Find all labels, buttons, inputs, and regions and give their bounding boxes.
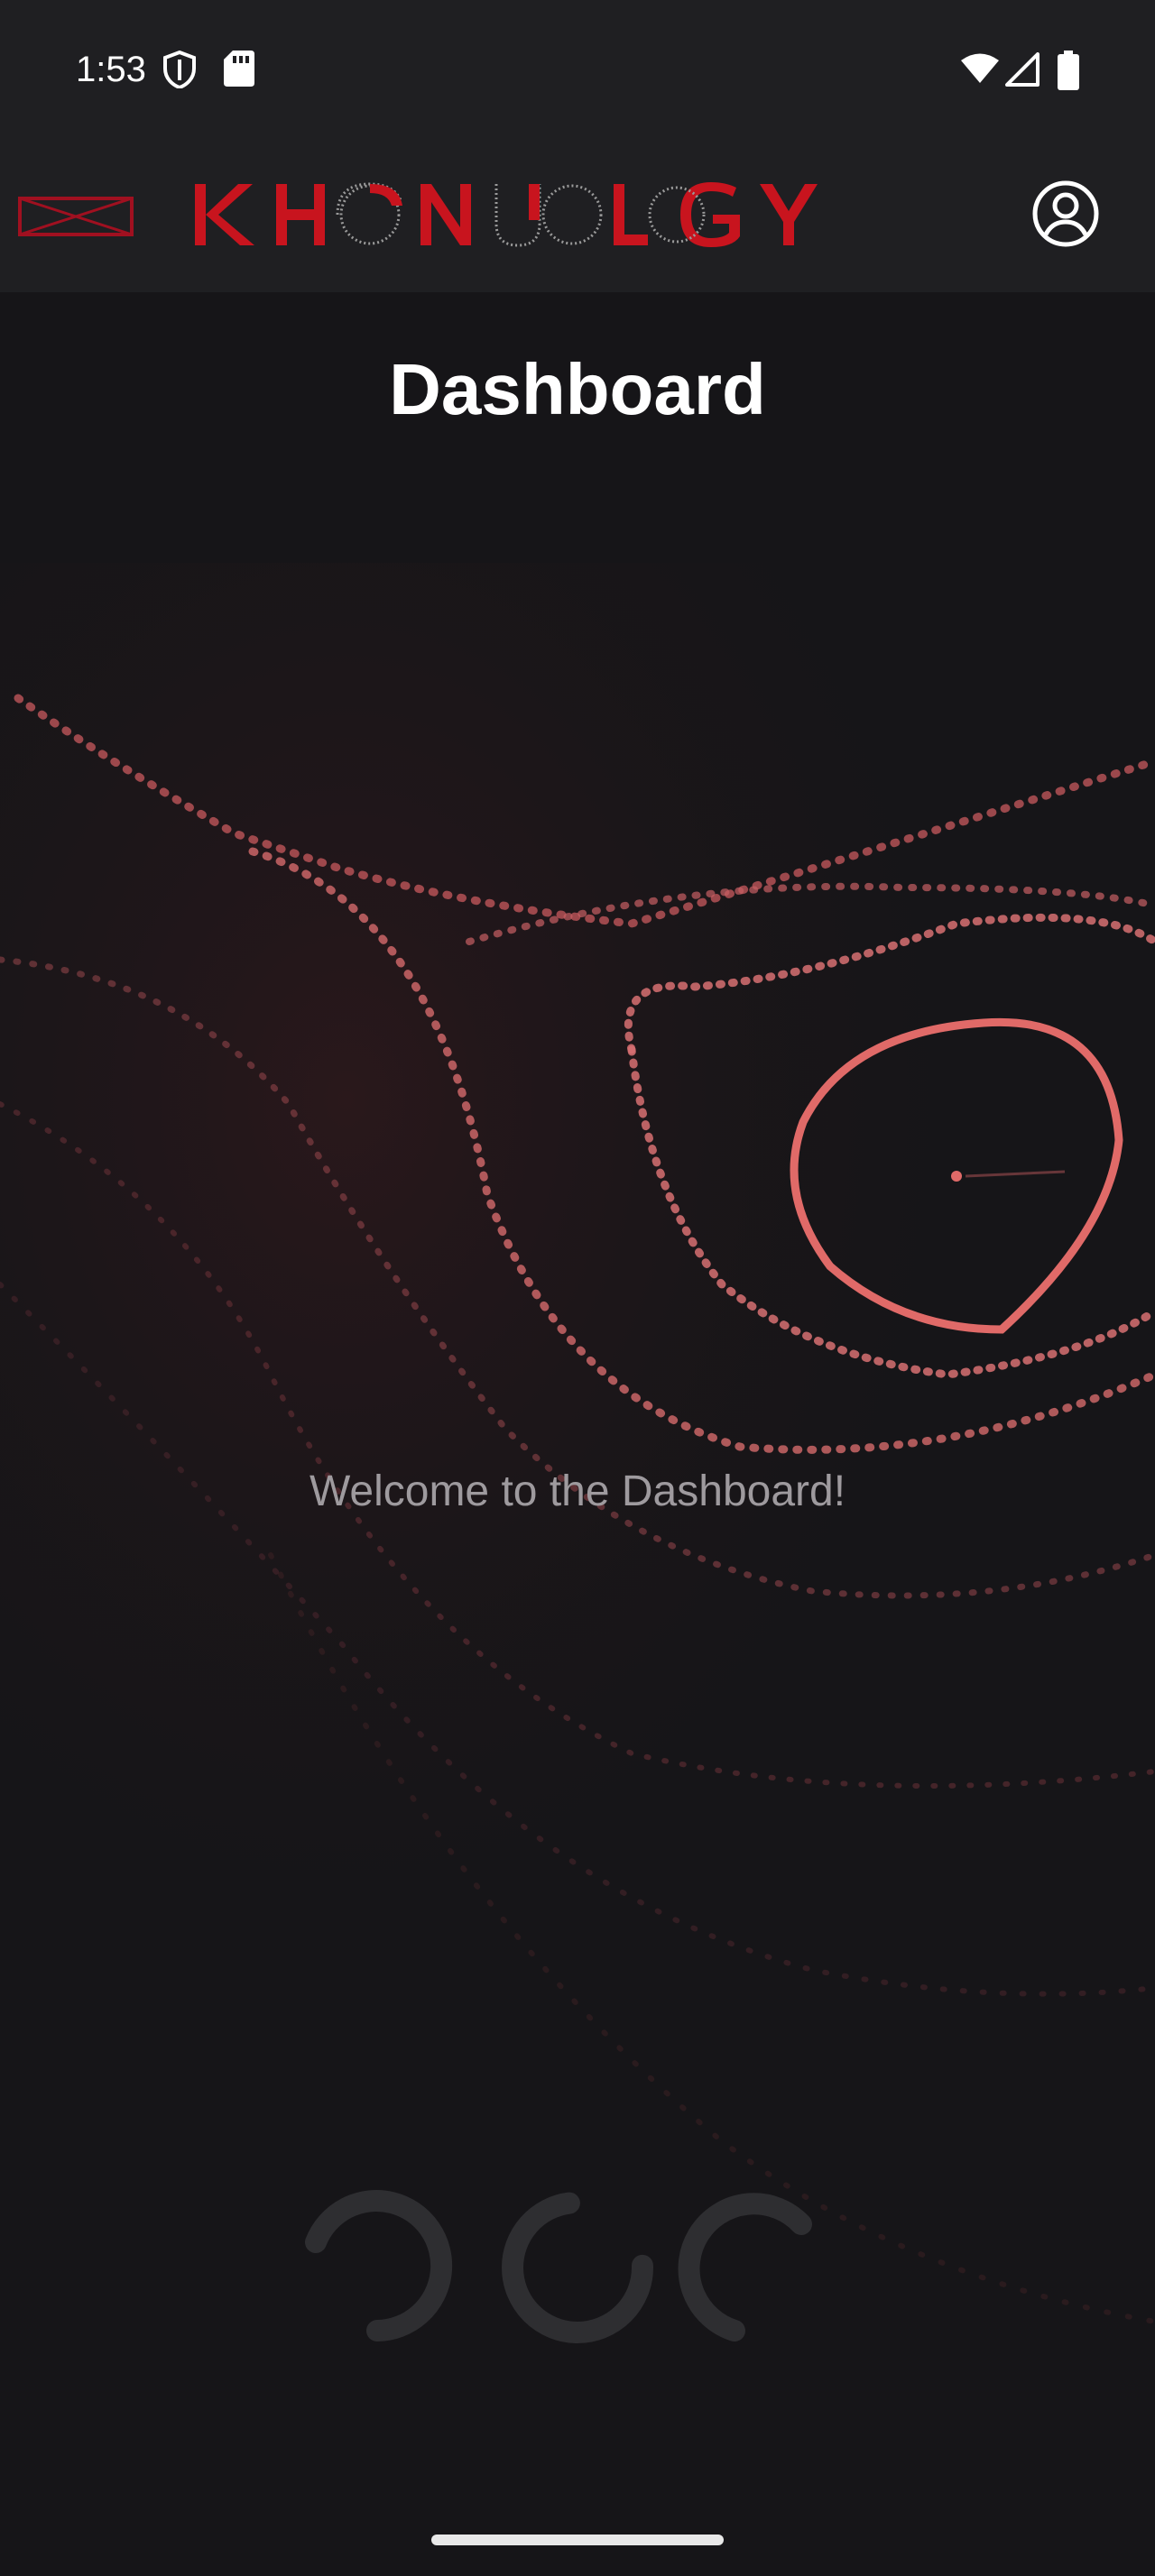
dashboard-screen: 1:53 Dashboard Welcome to the Dashboard! <box>0 0 1155 2576</box>
app-bar <box>0 135 1155 292</box>
status-time: 1:53 <box>76 50 146 89</box>
wifi-icon <box>961 53 999 83</box>
khronology-logo <box>195 182 818 247</box>
page-title: Dashboard <box>389 349 766 429</box>
battery-icon <box>1058 51 1079 90</box>
shield-icon <box>163 51 196 88</box>
account-circle-icon[interactable] <box>1032 180 1099 247</box>
cell-signal-icon <box>1005 52 1040 87</box>
sd-card-icon <box>224 51 254 87</box>
status-bar: 1:53 <box>0 0 1155 135</box>
dashboard-content: Dashboard Welcome to the Dashboard! <box>0 292 1155 2576</box>
loading-dots-icon <box>305 2190 812 2343</box>
menu-icon[interactable] <box>18 197 134 236</box>
home-indicator[interactable] <box>431 2535 724 2545</box>
welcome-message: Welcome to the Dashboard! <box>309 1467 846 1515</box>
